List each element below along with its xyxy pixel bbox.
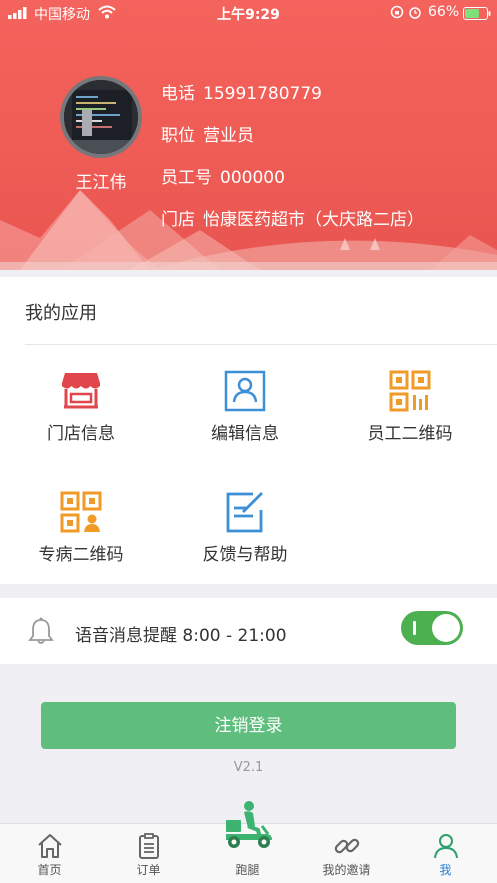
tab-home[interactable]: 首页 bbox=[0, 824, 99, 883]
phone-value: 15991780779 bbox=[203, 84, 322, 104]
position-label: 职位 bbox=[161, 126, 195, 146]
qr-code-person-icon bbox=[60, 491, 102, 533]
tab-orders[interactable]: 订单 bbox=[99, 824, 198, 883]
tab-label: 首页 bbox=[37, 863, 62, 877]
app-label: 专病二维码 bbox=[38, 545, 124, 565]
rotation-lock-icon bbox=[390, 5, 404, 19]
app-feedback-help[interactable]: 反馈与帮助 bbox=[180, 490, 310, 565]
tab-my-invites[interactable]: 我的邀请 bbox=[297, 824, 396, 883]
battery-percent: 66% bbox=[428, 4, 460, 20]
edit-note-icon bbox=[226, 492, 263, 533]
position-row: 职位 营业员 bbox=[161, 121, 254, 146]
position-value: 营业员 bbox=[203, 126, 254, 146]
bell-icon bbox=[28, 617, 54, 644]
divider bbox=[25, 344, 497, 345]
battery-icon bbox=[463, 7, 491, 20]
avatar-photo bbox=[64, 80, 138, 154]
clipboard-icon bbox=[138, 833, 159, 859]
profile-header: 中国移动 上午9:29 66% 王江伟 电话 15991780779 职位 营业… bbox=[0, 0, 497, 270]
phone-row: 电话 15991780779 bbox=[161, 79, 322, 104]
store-row: 门店 怡康医药超市（大庆路二店） bbox=[161, 205, 424, 230]
employee-no-value: 000000 bbox=[220, 168, 285, 188]
tab-label: 订单 bbox=[136, 863, 161, 877]
user-card-icon bbox=[224, 370, 266, 412]
employee-no-label: 员工号 bbox=[161, 168, 212, 188]
app-disease-qr[interactable]: 专病二维码 bbox=[16, 490, 146, 565]
version-label: V2.1 bbox=[233, 760, 264, 775]
app-edit-info[interactable]: 编辑信息 bbox=[180, 369, 310, 444]
status-time: 上午9:29 bbox=[217, 7, 280, 23]
tab-label: 我 bbox=[439, 863, 452, 877]
status-bar: 中国移动 上午9:29 66% bbox=[0, 0, 497, 26]
store-value: 怡康医药超市（大庆路二店） bbox=[203, 210, 424, 230]
delivery-rider-icon[interactable] bbox=[222, 800, 276, 850]
home-icon bbox=[37, 834, 62, 858]
reminder-label: 语音消息提醒 8:00 - 21:00 bbox=[75, 626, 287, 646]
voice-reminder-row: 语音消息提醒 8:00 - 21:00 bbox=[0, 598, 497, 664]
section-title: 我的应用 bbox=[25, 303, 97, 324]
tab-label: 跑腿 bbox=[235, 863, 260, 877]
link-icon bbox=[334, 838, 359, 854]
person-icon bbox=[433, 834, 458, 859]
toggle-on-indicator bbox=[413, 621, 416, 635]
app-label: 门店信息 bbox=[47, 424, 115, 444]
my-apps-section: 我的应用 门店信息 编辑信息 员工二维码 专病二维码 反馈与帮助 bbox=[0, 277, 497, 584]
app-label: 反馈与帮助 bbox=[202, 545, 288, 565]
avatar[interactable] bbox=[60, 76, 142, 158]
user-name: 王江伟 bbox=[75, 173, 127, 193]
app-store-info[interactable]: 门店信息 bbox=[16, 369, 146, 444]
toggle-knob bbox=[432, 614, 460, 642]
store-label: 门店 bbox=[161, 210, 195, 230]
logout-button[interactable]: 注销登录 bbox=[41, 702, 456, 749]
tab-me[interactable]: 我 bbox=[396, 824, 495, 883]
tab-label: 我的邀请 bbox=[322, 863, 371, 877]
app-label: 编辑信息 bbox=[211, 424, 279, 444]
alarm-icon bbox=[409, 7, 421, 19]
employee-no-row: 员工号 000000 bbox=[161, 163, 285, 188]
phone-label: 电话 bbox=[161, 84, 195, 104]
app-label: 员工二维码 bbox=[367, 424, 453, 444]
qr-code-icon bbox=[389, 370, 431, 412]
voice-reminder-toggle[interactable] bbox=[401, 611, 463, 645]
storefront-icon bbox=[62, 373, 100, 409]
app-employee-qr[interactable]: 员工二维码 bbox=[345, 369, 475, 444]
